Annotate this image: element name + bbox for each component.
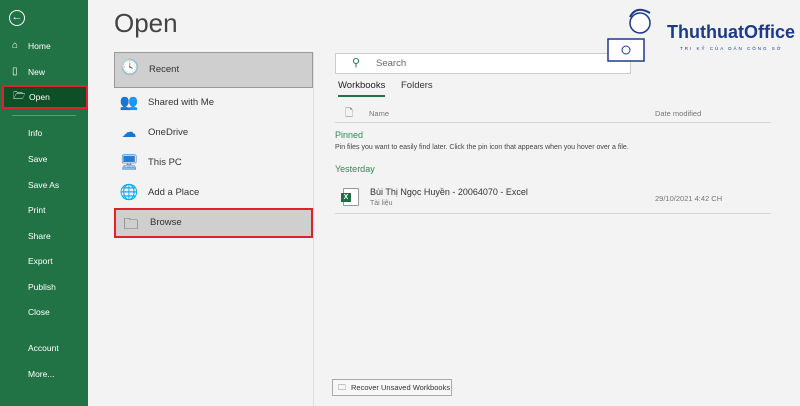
search-icon: ⚲: [352, 57, 361, 69]
file-list-header: 🗋 Name Date modified: [335, 106, 771, 123]
file-location: Tài liệu: [370, 200, 393, 207]
excel-file-icon: X: [341, 188, 359, 206]
pinned-hint: Pin files you want to easily find later.…: [335, 144, 629, 151]
place-this-pc[interactable]: 🖥 This PC: [114, 148, 313, 178]
back-arrow-icon[interactable]: ←: [9, 10, 25, 26]
pinned-heading: Pinned: [335, 130, 364, 140]
backstage-sidebar: ← ⌂ Home ▯ New 🗁 Open Info Save Save As Pri…: [0, 0, 88, 406]
computer-icon: 🖥: [119, 154, 139, 171]
page-title: Open: [114, 8, 178, 38]
sidebar-item-print[interactable]: Print: [0, 198, 88, 222]
label: Add a Place: [148, 187, 200, 198]
sidebar-item-more[interactable]: More...: [0, 362, 88, 386]
place-shared-with-me[interactable]: 👥 Shared with Me: [114, 88, 313, 118]
label: New: [28, 67, 46, 77]
sidebar-item-save[interactable]: Save: [0, 147, 88, 171]
place-onedrive[interactable]: ☁ OneDrive: [114, 118, 313, 148]
label: Recent: [149, 64, 180, 75]
sidebar-item-new[interactable]: ▯ New: [0, 60, 88, 84]
place-browse[interactable]: 🗀 Browse: [114, 208, 313, 238]
yesterday-heading: Yesterday: [335, 164, 375, 174]
place-add-a-place[interactable]: 🌐 Add a Place: [114, 178, 313, 208]
tab-workbooks[interactable]: Workbooks: [338, 80, 386, 97]
people-icon: 👥: [119, 94, 139, 111]
column-date-modified[interactable]: Date modified: [655, 109, 701, 118]
folder-icon: 🗀: [338, 383, 346, 392]
sidebar-item-info[interactable]: Info: [0, 121, 88, 145]
folder-open-icon: 🗁: [13, 91, 26, 102]
label: Browse: [150, 217, 182, 228]
clock-icon: 🕓: [120, 59, 140, 76]
file-name: Bùi Thị Ngọc Huyền - 20064070 - Excel: [370, 187, 528, 197]
cloud-icon: ☁: [121, 124, 137, 141]
sidebar-item-save-as[interactable]: Save As: [0, 173, 88, 197]
file-icon: 🗋: [345, 108, 354, 119]
label: Open: [29, 92, 50, 102]
globe-plus-icon: 🌐: [119, 184, 139, 201]
logo-name: ThuthuatOffice: [667, 22, 795, 42]
search-placeholder: Search: [376, 58, 407, 69]
label: Shared with Me: [148, 97, 215, 108]
new-file-icon: ▯: [12, 66, 18, 77]
sidebar-item-account[interactable]: Account: [0, 336, 88, 360]
file-row[interactable]: X Bùi Thị Ngọc Huyền - 20064070 - Excel …: [335, 182, 771, 214]
label: Home: [28, 41, 51, 51]
sidebar-item-open[interactable]: 🗁 Open: [2, 85, 88, 109]
folder-icon: 🗀: [123, 216, 139, 233]
places-list: 🕓 Recent 👥 Shared with Me ☁ OneDrive 🖥 This …: [114, 52, 314, 406]
search-input[interactable]: ⚲ Search: [335, 53, 631, 74]
home-icon: ⌂: [12, 40, 19, 51]
sidebar-item-close[interactable]: Close: [0, 300, 88, 324]
tab-folders[interactable]: Folders: [401, 80, 433, 95]
logo-mascot-icon: [607, 8, 651, 62]
watermark-logo: ThuthuatOffice TRI KỶ CỦA DÂN CÔNG SỞ: [600, 5, 800, 65]
label: This PC: [148, 157, 182, 168]
recover-unsaved-workbooks-button[interactable]: 🗀 Recover Unsaved Workbooks: [332, 379, 452, 396]
sidebar-item-publish[interactable]: Publish: [0, 275, 88, 299]
sidebar-item-share[interactable]: Share: [0, 224, 88, 248]
file-date: 29/10/2021 4:42 CH: [655, 194, 723, 203]
column-name[interactable]: Name: [369, 109, 389, 118]
logo-tagline: TRI KỶ CỦA DÂN CÔNG SỞ: [680, 46, 783, 51]
place-recent[interactable]: 🕓 Recent: [114, 52, 313, 88]
sidebar-item-home[interactable]: ⌂ Home: [0, 34, 88, 58]
label: OneDrive: [148, 127, 189, 138]
label: Recover Unsaved Workbooks: [351, 383, 451, 392]
sidebar-item-export[interactable]: Export: [0, 249, 88, 273]
divider: [12, 115, 76, 116]
